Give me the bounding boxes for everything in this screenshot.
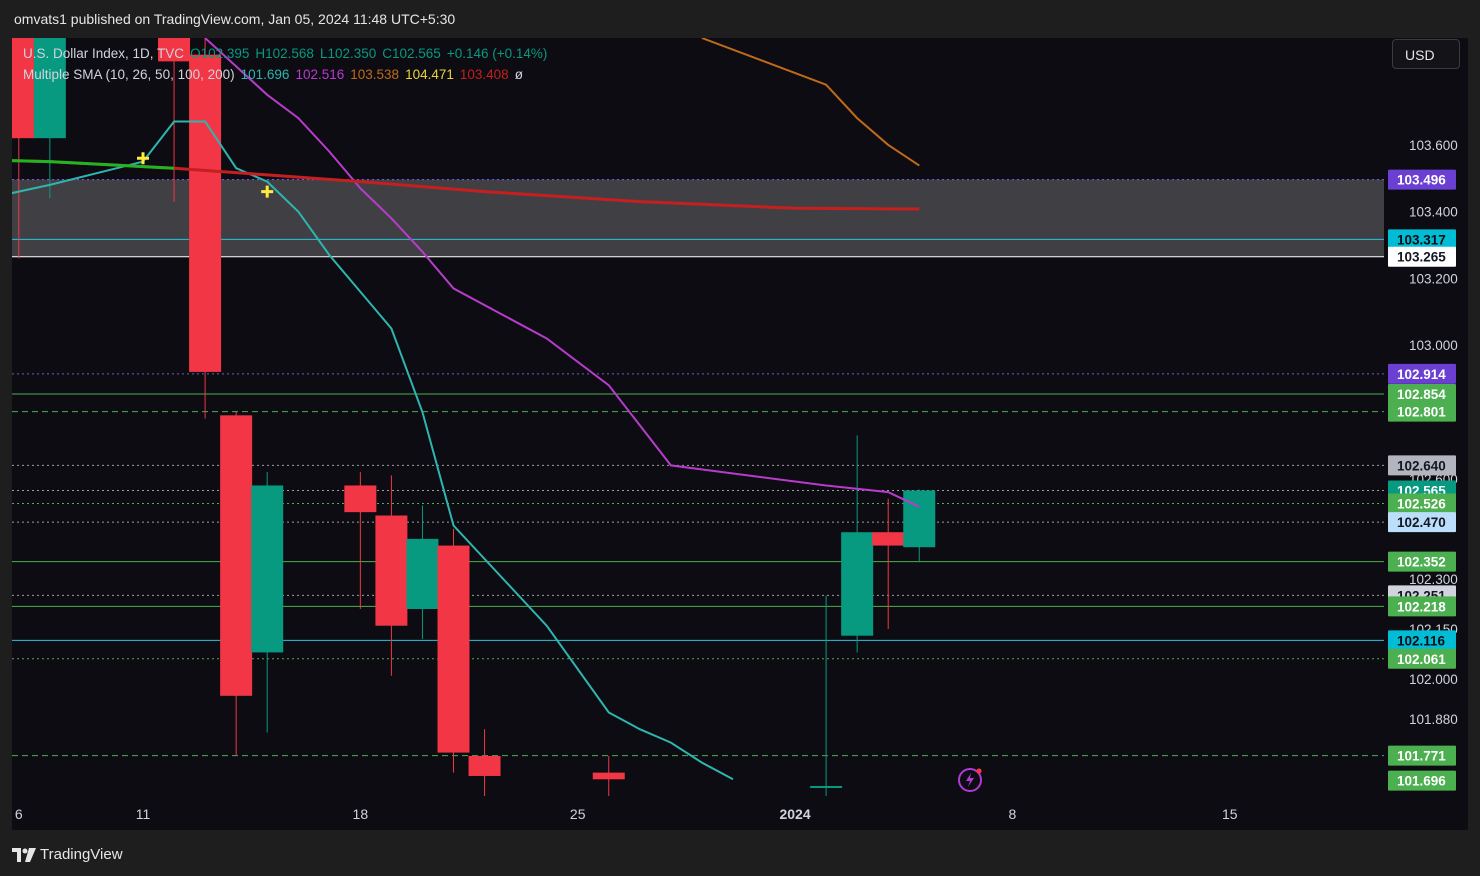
- legend-change: +0.146 (+0.14%): [446, 46, 548, 61]
- legend-settings[interactable]: ø: [515, 67, 523, 82]
- footer: TradingView: [0, 830, 1480, 876]
- legend-sma-10: 101.696: [240, 67, 290, 82]
- time-tick-label: 25: [570, 806, 586, 822]
- candle-body: [437, 545, 470, 753]
- plot-layer: [12, 38, 1384, 796]
- sma-line: [204, 38, 920, 508]
- time-axis: [12, 796, 1468, 830]
- price-label-text: 101.696: [1397, 774, 1446, 789]
- publish-info: omvats1 published on TradingView.com, Ja…: [14, 11, 456, 27]
- legend-low: L102.350: [319, 46, 377, 61]
- legend-high: H102.568: [255, 46, 314, 61]
- time-tick-label: 11: [136, 806, 151, 822]
- price-tick-label: 103.200: [1409, 271, 1458, 286]
- price-label-text: 102.801: [1397, 405, 1446, 420]
- currency-button[interactable]: USD: [1392, 39, 1460, 69]
- price-label-text: 103.317: [1397, 232, 1446, 247]
- candle-body: [872, 532, 905, 546]
- legend-sma-50: 103.538: [350, 67, 400, 82]
- candle-body: [903, 490, 936, 548]
- candle-body: [251, 485, 284, 653]
- time-tick-label: 15: [1222, 806, 1238, 822]
- price-label-text: 102.218: [1397, 599, 1446, 614]
- price-tick-label: 103.400: [1409, 205, 1458, 220]
- time-tick-label: 8: [1009, 806, 1017, 822]
- candle-body: [810, 785, 843, 788]
- legend-sma-100: 104.471: [405, 67, 454, 82]
- price-label-text: 102.061: [1397, 652, 1446, 667]
- lightning-alert-icon[interactable]: [957, 767, 983, 793]
- sma-line: [701, 38, 920, 167]
- price-label-text: 101.771: [1397, 749, 1446, 764]
- legend-symbol: U.S. Dollar Index, 1D, TVC: [23, 46, 185, 61]
- tradingview-logo-icon: [12, 848, 36, 862]
- price-label-text: 102.116: [1397, 633, 1446, 648]
- candle-body: [375, 515, 408, 626]
- candle-body: [189, 54, 222, 372]
- footer-brand[interactable]: TradingView: [40, 846, 123, 863]
- legend-ohlc: U.S. Dollar Index, 1D, TVC O102.395 H102.5…: [23, 46, 553, 61]
- legend-close: C102.565: [382, 46, 441, 61]
- price-label-text: 102.914: [1397, 367, 1446, 382]
- price-tick-label: 101.880: [1409, 712, 1458, 727]
- time-tick-label: 6: [15, 806, 23, 822]
- price-label-text: 103.496: [1397, 173, 1446, 188]
- price-tick-label: 102.000: [1409, 672, 1458, 687]
- candle-body: [344, 485, 377, 513]
- price-label-text: 102.526: [1397, 496, 1446, 511]
- candle-body: [841, 532, 874, 636]
- candle-body: [468, 755, 501, 776]
- time-tick-label: 2024: [779, 806, 810, 822]
- candle-body: [220, 415, 253, 696]
- price-label-text: 102.854: [1397, 387, 1446, 402]
- legend-sma-200: 103.408: [459, 67, 509, 82]
- price-label-text: 102.352: [1397, 555, 1446, 570]
- publish-bar: omvats1 published on TradingView.com, Ja…: [0, 0, 1480, 38]
- price-tick-label: 102.300: [1409, 572, 1458, 587]
- sma-100-line: [12, 159, 175, 170]
- time-tick-label: 18: [353, 806, 369, 822]
- legend-sma: Multiple SMA (10, 26, 50, 100, 200) 101.6…: [23, 67, 529, 82]
- price-chart[interactable]: 103.600103.400103.200103.000102.600102.3…: [12, 38, 1468, 830]
- price-label-text: 103.265: [1397, 250, 1446, 265]
- candle-body: [592, 772, 625, 780]
- legend-sma-name[interactable]: Multiple SMA (10, 26, 50, 100, 200): [23, 67, 235, 82]
- price-tick-label: 103.000: [1409, 338, 1458, 353]
- legend-sma-26: 102.516: [295, 67, 345, 82]
- price-label-text: 102.470: [1397, 515, 1446, 530]
- candle-body: [406, 538, 439, 610]
- legend-open: O102.395: [190, 46, 250, 61]
- price-label-text: 102.640: [1397, 458, 1446, 473]
- price-tick-label: 103.600: [1409, 138, 1458, 153]
